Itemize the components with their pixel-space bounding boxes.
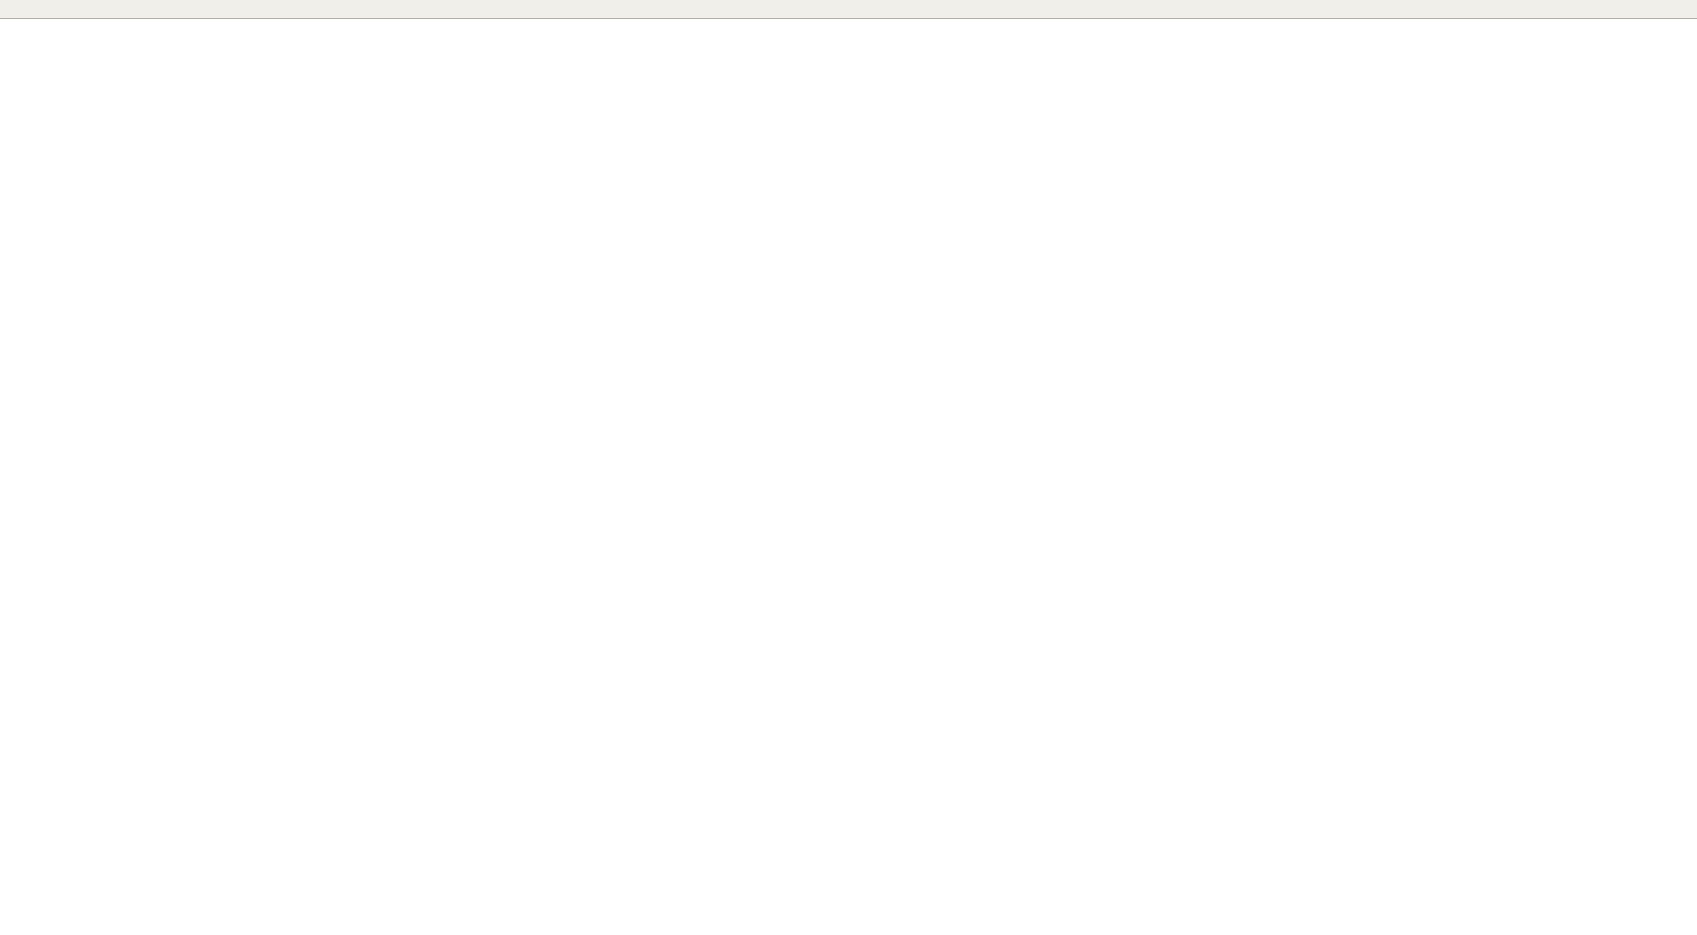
chart-svg: [0, 0, 1697, 935]
trading-terminal-window: [0, 0, 1697, 935]
main-toolbar: [0, 0, 1697, 19]
